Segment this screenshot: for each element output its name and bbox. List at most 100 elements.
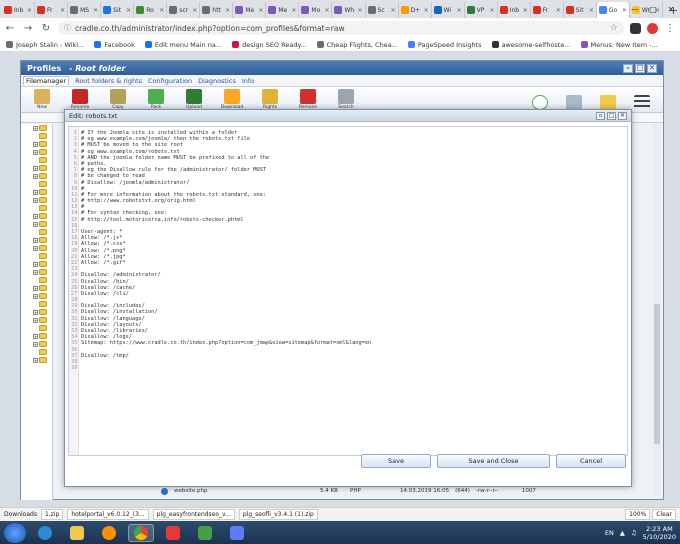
download-item[interactable]: plg_easyfrontendseo_v... xyxy=(152,509,235,520)
reload-icon[interactable]: ↻ xyxy=(40,23,52,34)
tab-close-icon[interactable]: ✕ xyxy=(258,7,263,14)
browser-tab[interactable]: htt ✕ xyxy=(200,2,234,18)
minimize-icon[interactable]: — xyxy=(626,0,644,18)
browser-tab[interactable]: Sit ✕ xyxy=(564,2,597,18)
browser-tab[interactable]: Fr ✕ xyxy=(531,2,564,18)
app-maximize-icon[interactable]: □ xyxy=(635,63,645,73)
address-bar[interactable]: ⓘ cradle.co.th/administrator/index.php?o… xyxy=(58,21,624,35)
check-toolbar-button[interactable] xyxy=(527,95,553,110)
tree-folder-item[interactable]: + xyxy=(21,220,52,228)
bookmark-item[interactable]: design SEO Ready... xyxy=(232,41,307,49)
browser-tab[interactable]: Go ✕ xyxy=(596,2,630,18)
tree-folder-item[interactable]: + xyxy=(21,308,52,316)
expand-icon[interactable]: + xyxy=(33,165,38,171)
close-icon[interactable]: ✕ xyxy=(662,0,680,18)
tree-folder-item[interactable]: + xyxy=(21,252,52,260)
expand-icon[interactable]: + xyxy=(33,269,38,275)
tree-folder-item[interactable]: + xyxy=(21,212,52,220)
expand-icon[interactable]: + xyxy=(33,149,38,155)
bookmark-item[interactable]: PageSpeed Insights xyxy=(407,41,482,49)
folder-toolbar-button[interactable] xyxy=(595,95,621,110)
browser-tab[interactable]: scr ✕ xyxy=(167,2,201,18)
download-item[interactable]: 1.zip xyxy=(40,509,64,520)
bookmark-item[interactable]: Menus: New Item -... xyxy=(580,41,658,49)
maximize-icon[interactable]: □ xyxy=(644,0,662,18)
browser-tab[interactable]: Sc ✕ xyxy=(366,2,399,18)
tree-folder-item[interactable]: + xyxy=(21,172,52,180)
expand-icon[interactable]: + xyxy=(33,197,38,203)
tab-menu-item[interactable]: Configuration xyxy=(148,77,192,85)
toolbar-button[interactable]: Upload xyxy=(181,89,207,110)
dialog-maximize-icon[interactable]: □ xyxy=(607,111,616,120)
tab-menu-item[interactable]: Filemanager xyxy=(23,76,70,85)
downloads-label[interactable]: Downloads xyxy=(4,511,37,518)
tab-close-icon[interactable]: ✕ xyxy=(60,7,65,14)
browser-tab[interactable]: MS ✕ xyxy=(68,2,102,18)
download-item[interactable]: plg_seofli_v3.4.1 (1).zip xyxy=(238,509,318,520)
toolbar-button[interactable]: Copy xyxy=(105,89,131,110)
tree-folder-item[interactable]: + xyxy=(21,164,52,172)
toolbar-button[interactable]: Remove xyxy=(295,89,321,110)
tab-close-icon[interactable]: ✕ xyxy=(126,7,131,14)
tree-folder-item[interactable]: + xyxy=(21,180,52,188)
tree-folder-item[interactable]: + xyxy=(21,332,52,340)
browser-tab[interactable]: Me ✕ xyxy=(233,2,267,18)
tab-close-icon[interactable]: ✕ xyxy=(225,7,230,14)
forward-icon[interactable]: → xyxy=(22,23,34,34)
browser-tab[interactable]: Sit ✕ xyxy=(101,2,135,18)
tree-folder-item[interactable]: + xyxy=(21,300,52,308)
tree-folder-item[interactable]: + xyxy=(21,340,52,348)
expand-icon[interactable]: + xyxy=(33,141,38,147)
menu-dots-icon[interactable]: ⋮ xyxy=(664,23,676,34)
tree-folder-item[interactable]: + xyxy=(21,188,52,196)
expand-icon[interactable]: + xyxy=(33,309,38,315)
browser-tab[interactable]: Fr ✕ xyxy=(35,2,69,18)
tab-close-icon[interactable]: ✕ xyxy=(391,7,396,14)
browser-tab[interactable]: VP ✕ xyxy=(465,2,498,18)
dialog-close-icon[interactable]: ✕ xyxy=(618,111,627,120)
tab-close-icon[interactable]: ✕ xyxy=(556,7,561,14)
expand-icon[interactable]: + xyxy=(33,173,38,179)
clock[interactable]: 2:23 AM 5/10/2020 xyxy=(643,525,676,541)
code-editor[interactable]: 1 # If the Joomla site is installed withi… xyxy=(68,126,628,456)
code-lines[interactable]: 1 # If the Joomla site is installed withi… xyxy=(71,130,371,371)
tree-folder-item[interactable]: + xyxy=(21,204,52,212)
download-item[interactable]: hotelportal_v6.0.12_(3... xyxy=(67,509,149,520)
table-row[interactable]: website.php 5.4 KB PHP 14.03.2019 16:05 … xyxy=(161,486,661,496)
tree-folder-item[interactable]: + xyxy=(21,236,52,244)
image-toolbar-button[interactable] xyxy=(561,95,587,110)
tab-close-icon[interactable]: ✕ xyxy=(457,7,462,14)
tab-close-icon[interactable]: ✕ xyxy=(93,7,98,14)
tree-folder-item[interactable]: + xyxy=(21,292,52,300)
bookmark-item[interactable]: Joseph Stalin - Wiki... xyxy=(6,41,84,49)
browser-tab[interactable]: Me ✕ xyxy=(266,2,300,18)
expand-icon[interactable]: + xyxy=(33,341,38,347)
taskbar-explorer[interactable] xyxy=(64,524,90,542)
clear-button[interactable]: Clear xyxy=(652,509,676,520)
taskbar-app-blue[interactable] xyxy=(224,524,250,542)
tab-close-icon[interactable]: ✕ xyxy=(291,7,296,14)
expand-icon[interactable]: + xyxy=(33,221,38,227)
taskbar-ie[interactable] xyxy=(32,524,58,542)
browser-tab[interactable]: Ro ✕ xyxy=(134,2,168,18)
volume-icon[interactable]: ♫ xyxy=(631,529,637,537)
tab-close-icon[interactable]: ✕ xyxy=(192,7,197,14)
extension-icon[interactable] xyxy=(630,22,641,34)
toolbar-button[interactable]: Rights xyxy=(257,89,283,110)
file-list-scrollbar[interactable] xyxy=(653,124,661,496)
cancel-button[interactable]: Cancel xyxy=(556,454,626,468)
taskbar-app-green[interactable] xyxy=(192,524,218,542)
tab-menu-item[interactable]: Diagnostics xyxy=(198,77,236,85)
tree-folder-item[interactable]: + xyxy=(21,148,52,156)
tree-folder-item[interactable]: + xyxy=(21,268,52,276)
browser-tab[interactable]: D+ ✕ xyxy=(399,2,432,18)
tab-close-icon[interactable]: ✕ xyxy=(159,7,164,14)
taskbar-chrome[interactable] xyxy=(128,523,154,542)
options-menu-button[interactable] xyxy=(629,95,655,110)
expand-icon[interactable]: + xyxy=(33,357,38,363)
back-icon[interactable]: ← xyxy=(4,23,16,34)
tree-folder-item[interactable]: + xyxy=(21,316,52,324)
expand-icon[interactable]: + xyxy=(33,261,38,267)
tree-folder-item[interactable]: + xyxy=(21,196,52,204)
bookmark-item[interactable]: Edit menu Main na... xyxy=(144,41,222,49)
